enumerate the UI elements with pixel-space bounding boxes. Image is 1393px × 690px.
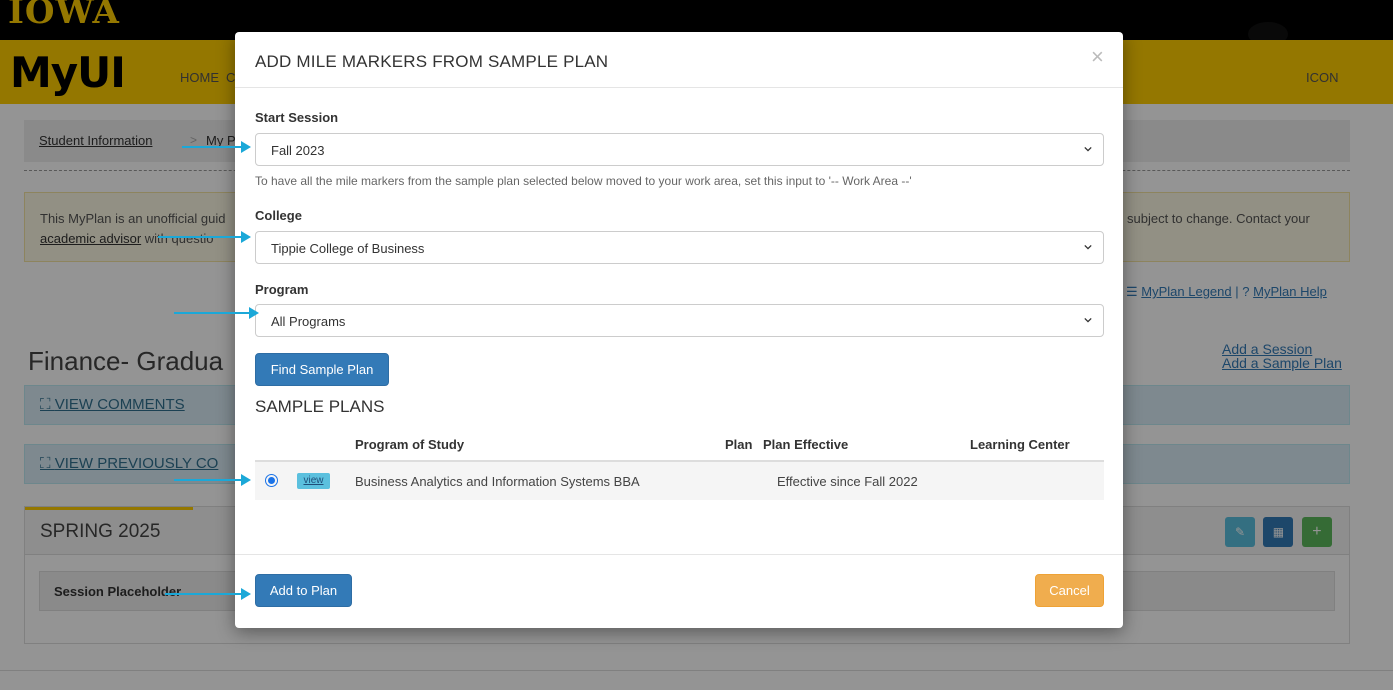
close-icon[interactable]: × xyxy=(1091,44,1104,70)
annotation-arrow-sample-plan xyxy=(174,474,251,486)
chevron-down-icon xyxy=(1084,146,1092,152)
sample-plans-table-header: Program of Study Plan Plan Effective Lea… xyxy=(255,428,1104,462)
sample-plans-title: SAMPLE PLANS xyxy=(255,397,385,416)
start-session-value: Fall 2023 xyxy=(271,143,325,158)
col-program-of-study: Program of Study xyxy=(355,437,465,452)
start-session-select[interactable]: Fall 2023 xyxy=(255,133,1104,166)
table-row: view Business Analytics and Information … xyxy=(255,462,1104,500)
modal-footer-divider xyxy=(235,554,1123,555)
chevron-down-icon xyxy=(1084,317,1092,323)
annotation-arrow-add-to-plan xyxy=(165,588,251,600)
college-label: College xyxy=(255,208,302,223)
start-session-label: Start Session xyxy=(255,110,339,125)
col-plan: Plan xyxy=(725,437,753,452)
find-sample-plan-button[interactable]: Find Sample Plan xyxy=(255,353,389,386)
annotation-arrow-college xyxy=(158,231,251,243)
row-program: Business Analytics and Information Syste… xyxy=(355,474,640,489)
add-mile-markers-modal: ADD MILE MARKERS FROM SAMPLE PLAN × Star… xyxy=(235,32,1123,628)
annotation-arrow-start-session xyxy=(182,141,251,153)
radio-selected-dot xyxy=(268,477,275,484)
program-select[interactable]: All Programs xyxy=(255,304,1104,337)
col-plan-effective: Plan Effective xyxy=(763,437,849,452)
view-plan-button[interactable]: view xyxy=(297,473,330,489)
modal-title: ADD MILE MARKERS FROM SAMPLE PLAN xyxy=(255,52,609,71)
program-value: All Programs xyxy=(271,314,346,329)
cancel-button[interactable]: Cancel xyxy=(1035,574,1104,607)
college-select[interactable]: Tippie College of Business xyxy=(255,231,1104,264)
sample-plan-radio[interactable] xyxy=(265,474,278,487)
annotation-arrow-program xyxy=(174,307,259,319)
col-learning-center: Learning Center xyxy=(970,437,1070,452)
chevron-down-icon xyxy=(1084,244,1092,250)
college-value: Tippie College of Business xyxy=(271,241,425,256)
add-to-plan-button[interactable]: Add to Plan xyxy=(255,574,352,607)
modal-header: ADD MILE MARKERS FROM SAMPLE PLAN × xyxy=(235,32,1123,88)
program-label: Program xyxy=(255,282,309,297)
start-session-help: To have all the mile markers from the sa… xyxy=(255,174,912,188)
row-effective: Effective since Fall 2022 xyxy=(777,474,918,489)
